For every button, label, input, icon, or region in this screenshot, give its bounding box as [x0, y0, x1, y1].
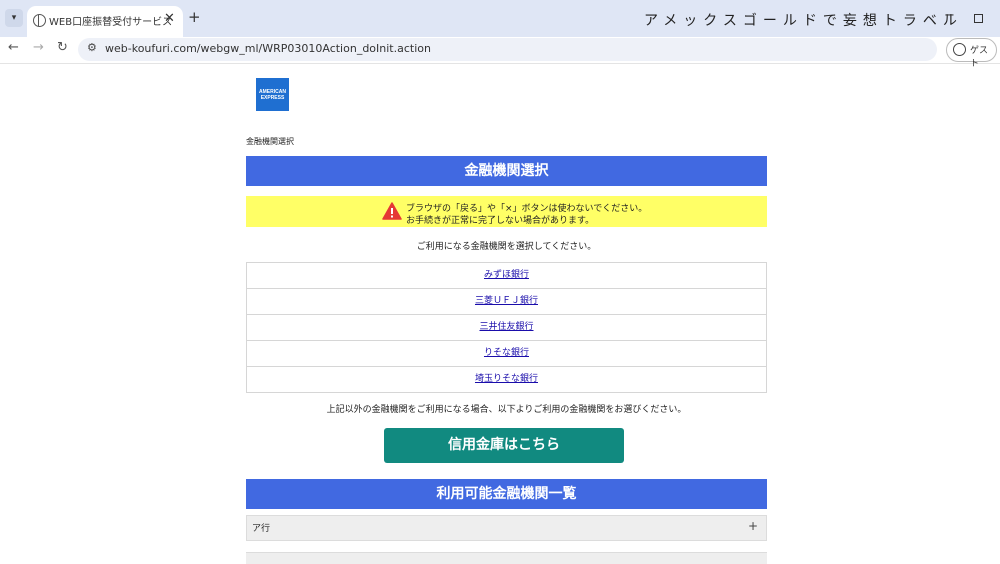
page-content: AMERICAN EXPRESS 金融機関選択 金融機関選択 ブラウザの「戻る」… [246, 64, 767, 564]
accordion-label: ア行 [252, 524, 271, 534]
other-banks-note: 上記以外の金融機関をご利用になる場合、以下よりご利用の金融機関をお選びください。 [326, 405, 687, 415]
bank-link-saitama-resona[interactable]: 埼玉りそな銀行 [475, 374, 538, 384]
browser-toolbar: ← → ↻ ⚙ web-koufuri.com/webgw_ml/WRP0301… [0, 37, 1000, 69]
bank-link-mizuho[interactable]: みずほ銀行 [484, 270, 529, 280]
window-title: アメックスゴールドで妄想トラベル [644, 13, 963, 29]
warning-banner: ブラウザの「戻る」や「×」ボタンは使わないでください。 お手続きが正常に完了しな… [246, 196, 767, 227]
site-settings-icon[interactable]: ⚙ [87, 41, 97, 54]
warning-icon [382, 202, 402, 220]
warning-line-2: お手続きが正常に完了しない場合があります。 [406, 216, 595, 226]
amex-logo: AMERICAN EXPRESS [256, 78, 289, 111]
list-item: りそな銀行 [247, 341, 766, 367]
available-banks-title: 利用可能金融機関一覧 [246, 479, 767, 509]
breadcrumb: 金融機関選択 [246, 137, 294, 146]
forward-arrow-icon[interactable]: → [33, 40, 44, 55]
accordion-next-row[interactable] [246, 552, 767, 564]
globe-icon [33, 14, 46, 27]
tab-search-chevron-icon[interactable]: ▾ [5, 9, 23, 27]
guest-profile-button[interactable]: ゲスト [946, 38, 997, 69]
list-item: 三井住友銀行 [247, 315, 766, 341]
logo-line-2: EXPRESS [260, 95, 285, 101]
reload-icon[interactable]: ↻ [57, 40, 68, 55]
list-item: 埼玉りそな銀行 [247, 367, 766, 392]
profile-label: ゲスト [970, 46, 989, 69]
close-tab-icon[interactable]: ✕ [164, 11, 175, 26]
bank-link-resona[interactable]: りそな銀行 [484, 348, 529, 358]
expand-plus-icon[interactable]: + [748, 519, 758, 533]
shinkin-bank-button[interactable]: 信用金庫はこちら [384, 428, 624, 463]
list-item: 三菱ＵＦＪ銀行 [247, 289, 766, 315]
active-tab[interactable]: WEB口座振替受付サービス ✕ [27, 6, 183, 37]
accordion-a-row[interactable]: ア行 + [246, 515, 767, 541]
page-title: 金融機関選択 [246, 156, 767, 186]
tab-title: WEB口座振替受付サービス [49, 17, 173, 28]
bank-list: みずほ銀行 三菱ＵＦＪ銀行 三井住友銀行 りそな銀行 埼玉りそな銀行 [246, 262, 767, 393]
maximize-icon[interactable] [974, 14, 983, 23]
back-arrow-icon[interactable]: ← [8, 40, 19, 55]
instruction-text: ご利用になる金融機関を選択してください。 [416, 242, 597, 252]
bank-link-smbc[interactable]: 三井住友銀行 [479, 322, 533, 332]
tab-bar: ▾ WEB口座振替受付サービス ✕ + アメックスゴールドで妄想トラベル − [0, 0, 1000, 37]
url-text[interactable]: web-koufuri.com/webgw_ml/WRP03010Action_… [105, 42, 431, 55]
bank-link-mufg[interactable]: 三菱ＵＦＪ銀行 [475, 296, 538, 306]
person-icon [953, 43, 966, 56]
address-bar[interactable]: ⚙ web-koufuri.com/webgw_ml/WRP03010Actio… [78, 38, 937, 61]
minimize-icon[interactable]: − [944, 8, 955, 23]
list-item: みずほ銀行 [247, 263, 766, 289]
new-tab-plus-icon[interactable]: + [188, 8, 201, 26]
